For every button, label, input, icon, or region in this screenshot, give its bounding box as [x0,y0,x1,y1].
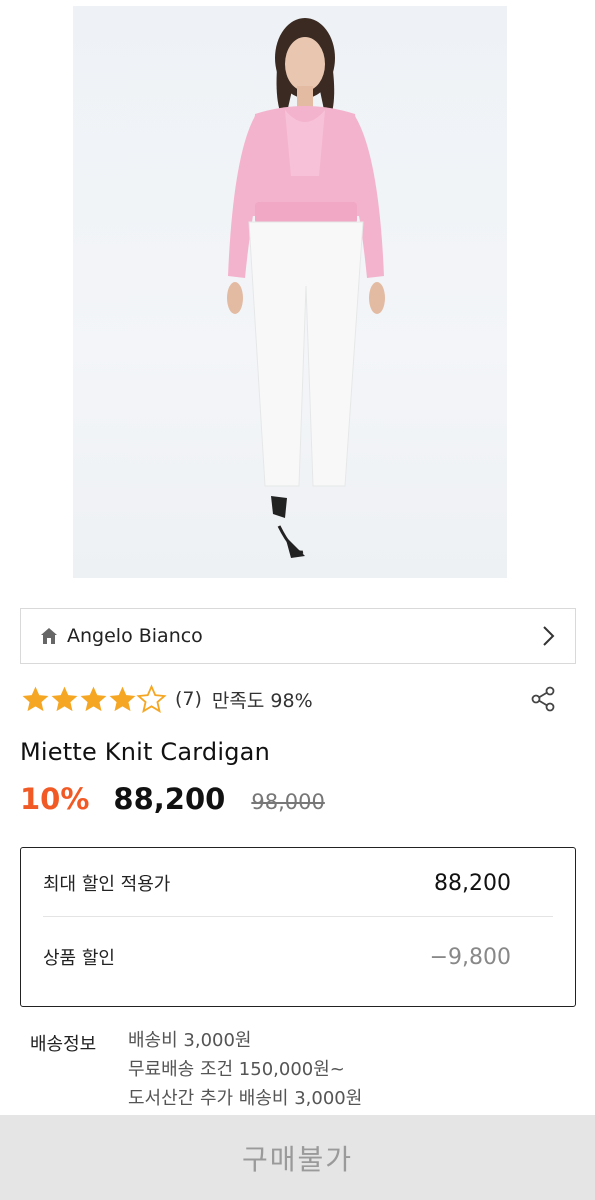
max-discount-value: 88,200 [434,870,511,896]
brand-link[interactable]: Angelo Bianco [20,608,576,664]
shipping-info: 배송정보 배송비 3,000원 무료배송 조건 150,000원~ 도서산간 추… [30,1030,362,1113]
buy-button[interactable]: 구매불가 [0,1115,595,1200]
product-name: Miette Knit Cardigan [20,738,270,766]
star-icon [51,686,78,711]
max-discount-row: 최대 할인 적용가 88,200 [43,868,511,898]
divider [43,916,553,917]
product-image[interactable] [73,6,507,578]
price-breakdown: 최대 할인 적용가 88,200 상품 할인 −9,800 [20,847,576,1007]
review-count[interactable]: (7) [175,688,202,710]
remote-area-fee: 도서산간 추가 배송비 3,000원 [128,1088,363,1109]
shipping-lines: 배송비 3,000원 무료배송 조건 150,000원~ 도서산간 추가 배송비… [128,1026,362,1113]
product-discount-label: 상품 할인 [43,948,115,969]
star-outline-icon [136,683,167,713]
price-row: 10% 88,200 98,000 [20,782,325,816]
star-icon [22,686,49,711]
original-price: 98,000 [251,790,325,814]
satisfaction: 만족도 98% [211,689,313,712]
star-icon [109,686,136,711]
discount-rate: 10% [20,782,90,816]
share-icon[interactable] [528,684,558,714]
chevron-right-icon [543,626,555,646]
shipping-label: 배송정보 [30,1034,97,1055]
rating-row: (7) 만족도 98% [20,682,576,716]
brand-name: Angelo Bianco [67,625,203,647]
buy-button-label: 구매불가 [241,1142,354,1176]
product-discount-value: −9,800 [429,944,511,970]
star-rating[interactable] [20,683,167,715]
model-photo [227,18,385,558]
max-discount-label: 최대 할인 적용가 [43,874,171,895]
product-discount-row: 상품 할인 −9,800 [43,942,511,972]
home-icon [41,628,57,644]
sale-price: 88,200 [113,782,226,816]
shipping-fee: 배송비 3,000원 [128,1030,252,1051]
star-icon [80,686,107,711]
free-shipping-condition: 무료배송 조건 150,000원~ [128,1059,345,1080]
